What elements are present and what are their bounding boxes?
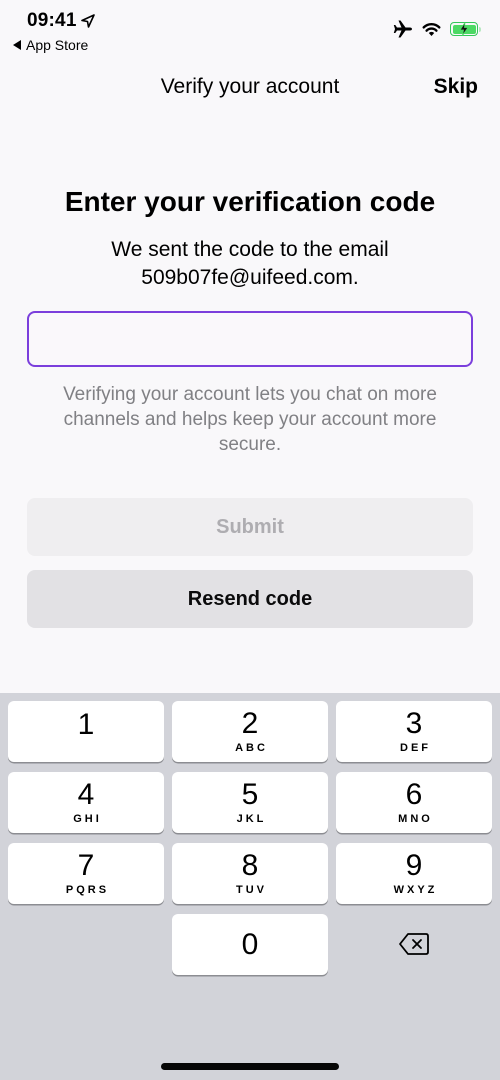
key-3[interactable]: 3 DEF: [336, 701, 492, 762]
status-icons: [393, 20, 481, 38]
key-number: 5: [241, 778, 259, 811]
key-letters: DEF: [400, 742, 431, 754]
key-7[interactable]: 7 PQRS: [8, 843, 164, 904]
key-1[interactable]: 1: [8, 701, 164, 762]
key-6[interactable]: 6 MNO: [336, 772, 492, 833]
key-letters: WXYZ: [393, 884, 438, 896]
key-number: 6: [405, 778, 423, 811]
sent-code-line: We sent the code to the email: [111, 238, 389, 261]
key-number: 7: [77, 849, 95, 882]
page-heading: Enter your verification code: [64, 186, 436, 217]
key-number: 4: [77, 778, 95, 811]
location-arrow-icon: [80, 14, 95, 28]
nav-bar: Verify your account Skip: [0, 60, 500, 116]
key-4[interactable]: 4 GHI: [8, 772, 164, 833]
key-number: 9: [405, 849, 423, 882]
key-letters: TUV: [236, 884, 267, 896]
nav-title: Verify your account: [160, 75, 340, 98]
key-0[interactable]: 0: [172, 914, 328, 975]
back-to-app-store[interactable]: App Store: [13, 37, 88, 53]
key-2[interactable]: 2 ABC: [172, 701, 328, 762]
key-8[interactable]: 8 TUV: [172, 843, 328, 904]
backspace-icon: [399, 932, 429, 955]
back-triangle-icon: [13, 40, 21, 50]
verification-code-input[interactable]: [27, 311, 473, 367]
key-number: 0: [241, 927, 259, 961]
key-letters: JKL: [236, 813, 267, 825]
skip-button[interactable]: Skip: [434, 75, 478, 99]
key-letters: GHI: [73, 813, 102, 825]
clock-text: 09:41: [27, 10, 77, 31]
status-bar: 09:41 App Store: [0, 0, 500, 60]
key-letters: MNO: [398, 813, 433, 825]
delete-key[interactable]: [336, 913, 492, 974]
key-5[interactable]: 5 JKL: [172, 772, 328, 833]
airplane-icon: [393, 20, 412, 38]
wifi-icon: [422, 22, 441, 36]
submit-button[interactable]: Submit: [27, 498, 473, 556]
email-address: 509b07fe@uifeed.com.: [141, 266, 359, 289]
key-number: 3: [405, 707, 423, 740]
sent-code-message: We sent the code to the email 509b07fe@u…: [0, 236, 500, 292]
resend-code-button[interactable]: Resend code: [27, 570, 473, 628]
key-letters: ABC: [235, 742, 268, 754]
status-time: 09:41: [27, 10, 95, 32]
numeric-keyboard: 1 2 ABC 3 DEF 4 GHI 5 JKL 6 MNO 7 PQRS 8…: [0, 693, 500, 1080]
key-9[interactable]: 9 WXYZ: [336, 843, 492, 904]
home-indicator[interactable]: [161, 1063, 339, 1070]
back-app-label: App Store: [26, 37, 89, 53]
key-number: 8: [241, 849, 259, 882]
battery-charging-icon: [450, 22, 481, 36]
key-letters: PQRS: [65, 884, 110, 896]
key-number: 1: [77, 707, 95, 741]
key-number: 2: [241, 707, 259, 740]
helper-text: Verifying your account lets you chat on …: [63, 384, 437, 455]
